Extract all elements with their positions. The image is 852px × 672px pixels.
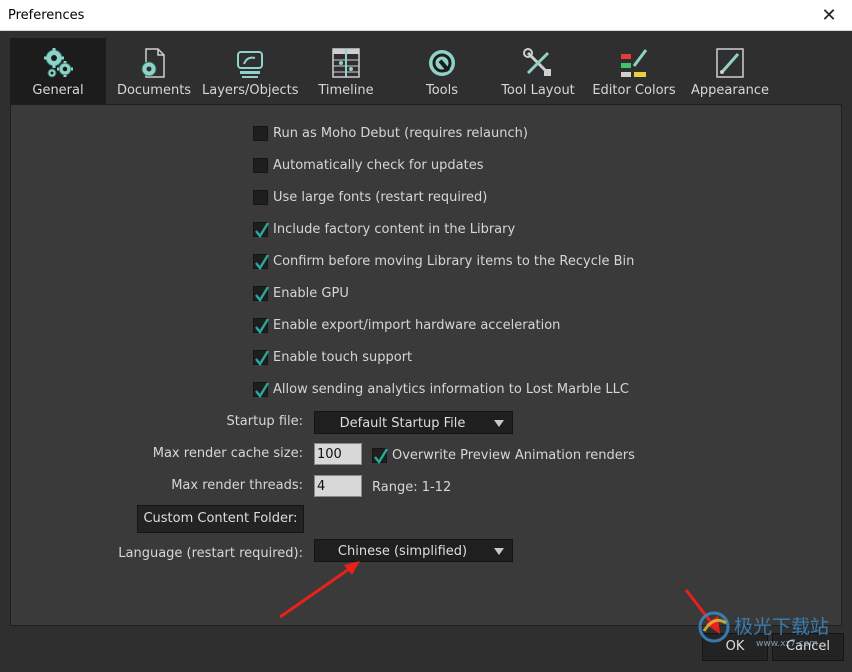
- watermark-logo-icon: 极光下载站 www.xz7.com: [698, 611, 829, 649]
- language-label: Language (restart required):: [118, 546, 303, 561]
- tab-tool-layout[interactable]: Tool Layout: [490, 38, 586, 104]
- checkmark-icon: [374, 447, 388, 464]
- checkbox-label: Confirm before moving Library items to t…: [273, 253, 635, 269]
- tab-editor-colors[interactable]: Editor Colors: [586, 38, 682, 104]
- tab-appearance-label: Appearance: [690, 83, 770, 98]
- tab-timeline-label: Timeline: [318, 83, 374, 98]
- checkbox-row-moho-debut[interactable]: Run as Moho Debut (requires relaunch): [253, 124, 528, 142]
- threads-range-text: Range: 1-12: [372, 480, 452, 495]
- title-bar: Preferences ✕: [0, 0, 852, 31]
- checkbox-row-touch-support[interactable]: Enable touch support: [253, 348, 412, 366]
- startup-file-value: Default Startup File: [339, 416, 466, 431]
- max-render-cache-label: Max render cache size:: [152, 446, 303, 461]
- checkbox-analytics[interactable]: [253, 381, 269, 398]
- checkbox-label: Overwrite Preview Animation renders: [392, 447, 635, 463]
- close-icon[interactable]: ✕: [806, 0, 852, 30]
- checkbox-label: Run as Moho Debut (requires relaunch): [273, 125, 528, 141]
- tab-layers-objects[interactable]: Layers/Objects: [202, 38, 299, 104]
- checkmark-icon: [255, 253, 269, 270]
- checkbox-moho-debut[interactable]: [253, 125, 268, 141]
- checkmark-icon: [255, 317, 269, 334]
- tab-general-label: General: [32, 83, 84, 98]
- dropdown-arrow-icon: [494, 420, 504, 427]
- language-dropdown[interactable]: Chinese (simplified): [314, 539, 513, 562]
- tab-tool-layout-label: Tool Layout: [501, 83, 575, 98]
- checkmark-icon: [255, 221, 269, 238]
- language-value: Chinese (simplified): [337, 544, 468, 559]
- tab-timeline[interactable]: Timeline: [298, 38, 394, 104]
- tab-appearance[interactable]: Appearance: [682, 38, 778, 104]
- checkmark-icon: [255, 285, 269, 302]
- checkbox-confirm-recycle[interactable]: [253, 253, 269, 270]
- checkbox-label: Allow sending analytics information to L…: [273, 381, 629, 397]
- checkbox-row-large-fonts[interactable]: Use large fonts (restart required): [253, 188, 487, 206]
- window-title: Preferences: [8, 8, 85, 23]
- watermark: 极光下载站 www.xz7.com: [696, 609, 846, 654]
- document-gear-icon: [141, 48, 165, 78]
- tab-documents[interactable]: Documents: [106, 38, 202, 104]
- tools-cross-icon: [523, 48, 551, 76]
- checkbox-row-enable-gpu[interactable]: Enable GPU: [253, 284, 349, 302]
- checkmark-icon: [255, 381, 269, 398]
- checkbox-large-fonts[interactable]: [253, 189, 268, 205]
- max-render-cache-input[interactable]: 100: [314, 443, 362, 465]
- tab-layers-objects-label: Layers/Objects: [202, 83, 299, 98]
- checkbox-row-analytics[interactable]: Allow sending analytics information to L…: [253, 380, 629, 398]
- checkbox-label: Use large fonts (restart required): [273, 189, 488, 205]
- checkbox-touch-support[interactable]: [253, 349, 269, 366]
- color-swatches-icon: [621, 49, 648, 77]
- checkbox-label: Include factory content in the Library: [273, 221, 516, 237]
- checkbox-row-confirm-recycle[interactable]: Confirm before moving Library items to t…: [253, 252, 634, 270]
- tab-tools[interactable]: Tools: [394, 38, 490, 104]
- checkbox-overwrite-preview[interactable]: [372, 447, 388, 464]
- checkbox-label: Enable export/import hardware accelerati…: [273, 317, 561, 333]
- wrench-circle-icon: [429, 50, 455, 76]
- appearance-brush-icon: [716, 48, 744, 78]
- startup-file-label: Startup file:: [226, 414, 303, 429]
- checkmark-icon: [255, 349, 269, 366]
- checkbox-label: Enable GPU: [273, 285, 349, 301]
- tab-general[interactable]: General: [10, 38, 106, 104]
- checkbox-row-check-updates[interactable]: Automatically check for updates: [253, 156, 483, 174]
- startup-file-dropdown[interactable]: Default Startup File: [314, 411, 513, 434]
- dropdown-arrow-icon: [494, 548, 504, 555]
- tab-documents-label: Documents: [116, 83, 192, 98]
- checkbox-label: Automatically check for updates: [273, 157, 484, 173]
- svg-text:极光下载站: 极光下载站: [734, 616, 829, 638]
- checkbox-row-hw-acceleration[interactable]: Enable export/import hardware accelerati…: [253, 316, 560, 334]
- checkbox-hw-acceleration[interactable]: [253, 317, 269, 334]
- preferences-tab-strip: General Documents Layers/Objects Timelin…: [10, 38, 842, 104]
- general-settings-panel: Run as Moho Debut (requires relaunch) Au…: [10, 104, 842, 626]
- timeline-icon: [332, 48, 360, 78]
- checkbox-row-factory-content[interactable]: Include factory content in the Library: [253, 220, 515, 238]
- max-render-threads-input[interactable]: 4: [314, 475, 362, 497]
- checkbox-check-updates[interactable]: [253, 157, 268, 173]
- gears-icon: [44, 48, 73, 78]
- checkbox-factory-content[interactable]: [253, 221, 269, 238]
- checkbox-row-overwrite-preview[interactable]: Overwrite Preview Animation renders: [372, 446, 635, 464]
- tab-tools-label: Tools: [425, 83, 459, 98]
- max-render-threads-label: Max render threads:: [171, 478, 303, 493]
- checkbox-label: Enable touch support: [273, 349, 413, 365]
- checkbox-enable-gpu[interactable]: [253, 285, 269, 302]
- svg-text:www.xz7.com: www.xz7.com: [756, 639, 818, 649]
- tab-editor-colors-label: Editor Colors: [592, 83, 676, 98]
- layers-icon: [237, 51, 263, 78]
- custom-content-folder-button[interactable]: Custom Content Folder:: [137, 505, 304, 533]
